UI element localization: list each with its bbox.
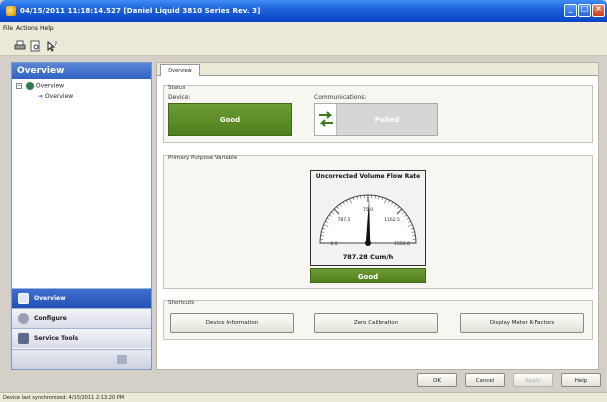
sidebar: Overview − Overview ➜ Overview Overview … xyxy=(11,62,152,370)
ppv-group-title: Primary Purpose Variable xyxy=(168,155,238,161)
status-group: Status Device: Good Communications: Poll… xyxy=(163,85,593,143)
communications-label: Communications: xyxy=(314,94,367,101)
sidebar-header: Overview xyxy=(12,63,151,79)
device-status-badge: Good xyxy=(168,103,292,136)
configure-pane-icon[interactable] xyxy=(117,355,127,364)
configure-icon xyxy=(18,313,29,324)
tree-root-label: Overview xyxy=(35,82,65,90)
menu-bar: File Actions Help xyxy=(0,22,607,36)
communications-status-badge: Polled xyxy=(314,103,438,136)
gauge-tick-label: 0.0 xyxy=(330,241,337,247)
cancel-button[interactable]: Cancel xyxy=(465,373,505,387)
tree-child-label: Overview xyxy=(44,93,74,100)
ppv-status-badge: Good xyxy=(310,268,426,283)
close-icon: × xyxy=(595,4,602,13)
minimize-icon: _ xyxy=(568,4,573,13)
gauge-tick-label: 1550.0 xyxy=(394,241,410,247)
content-panel: Overview Status Device: Good Communicati… xyxy=(156,62,599,370)
gauge-tick-label: 1162.5 xyxy=(384,217,400,223)
nav-configure[interactable]: Configure xyxy=(12,308,151,328)
print-icon[interactable] xyxy=(14,40,26,52)
nav-service-tools[interactable]: Service Tools xyxy=(12,328,151,348)
arrows-exchange-icon xyxy=(315,104,337,135)
shortcuts-group-title: Shortcuts xyxy=(168,300,195,306)
gauge-dial: 0.0 787.5 75.0 1162.5 1550.0 xyxy=(319,194,417,247)
nav-overview[interactable]: Overview xyxy=(12,288,151,308)
tree-item-root[interactable]: − Overview xyxy=(16,82,64,90)
communications-value: Polled xyxy=(374,116,400,124)
menu-file[interactable]: File xyxy=(3,25,13,32)
service-tools-icon xyxy=(18,333,29,344)
menu-actions[interactable]: Actions xyxy=(16,25,38,32)
maximize-button[interactable]: □ xyxy=(578,4,591,17)
close-button[interactable]: × xyxy=(592,4,605,17)
gauge-value-readout: 787.28 Cum/h xyxy=(342,253,394,261)
device-information-button[interactable]: Device Information xyxy=(170,313,294,333)
help-pointer-icon[interactable]: ? xyxy=(46,40,58,52)
status-bar: Device last synchronized: 4/15/2011 2:13… xyxy=(0,392,607,402)
device-tree-icon xyxy=(25,82,34,90)
toolbar: ? xyxy=(0,36,607,56)
window-title: 04/15/2011 11:18:14.527 [Daniel Liquid 3… xyxy=(20,7,261,15)
svg-text:?: ? xyxy=(54,41,57,48)
arrow-right-icon: ➜ xyxy=(38,93,44,100)
zero-calibration-button[interactable]: Zero Calibration xyxy=(314,313,438,333)
apply-button[interactable]: Apply xyxy=(513,373,553,387)
ok-button[interactable]: OK xyxy=(417,373,457,387)
status-group-title: Status xyxy=(168,85,186,91)
title-bar: 04/15/2011 11:18:14.527 [Daniel Liquid 3… xyxy=(0,0,607,22)
ppv-group: Primary Purpose Variable Uncorrected Vol… xyxy=(163,155,593,289)
maximize-icon: □ xyxy=(580,4,589,13)
device-label: Device: xyxy=(168,94,191,101)
app-icon xyxy=(6,6,16,16)
flow-rate-gauge: Uncorrected Volume Flow Rate 0.0 787.5 75.… xyxy=(310,170,426,266)
gauge-tick-label: 75.0 xyxy=(363,207,373,213)
status-bar-text: Device last synchronized: 4/15/2011 2:13… xyxy=(3,395,125,401)
tab-strip: Overview xyxy=(157,63,598,76)
overview-icon xyxy=(18,293,29,304)
gauge-hub xyxy=(365,240,371,246)
minimize-button[interactable]: _ xyxy=(564,4,577,17)
gauge-tick-label: 787.5 xyxy=(338,217,351,223)
menu-help[interactable]: Help xyxy=(40,25,54,32)
navigation-tree: − Overview ➜ Overview xyxy=(12,79,151,287)
tab-overview[interactable]: Overview xyxy=(160,64,200,76)
help-button[interactable]: Help xyxy=(561,373,601,387)
print-preview-icon[interactable] xyxy=(29,40,41,52)
sidebar-footer xyxy=(12,349,151,369)
collapse-icon[interactable]: − xyxy=(16,83,22,89)
display-meter-k-factors-button[interactable]: Display Meter K-Factors xyxy=(460,313,584,333)
tree-item-overview[interactable]: ➜ Overview xyxy=(38,93,73,100)
shortcuts-group: Shortcuts Device Information Zero Calibr… xyxy=(163,300,593,340)
